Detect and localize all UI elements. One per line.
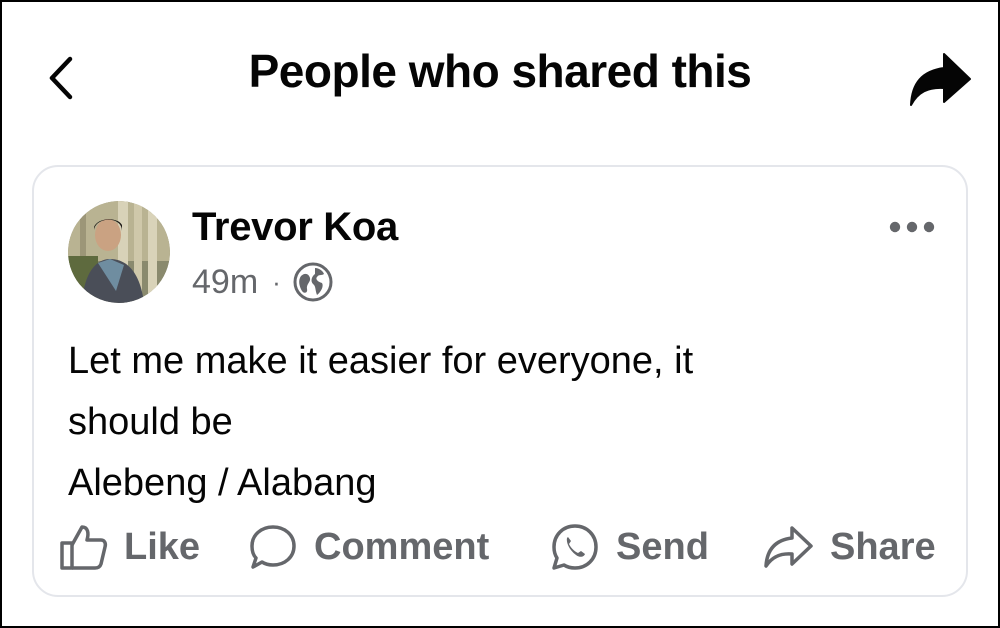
avatar[interactable]	[68, 201, 170, 303]
shared-post-card: Trevor Koa 49m · Let me make it easier f…	[32, 165, 968, 597]
comment-button[interactable]: Comment	[248, 519, 489, 575]
thumbs-up-icon	[60, 525, 108, 570]
like-label: Like	[124, 525, 201, 568]
share-arrow-icon	[910, 53, 971, 106]
share-button-top[interactable]	[902, 46, 978, 112]
page-title: People who shared this	[248, 45, 752, 97]
post-timestamp[interactable]: 49m	[192, 263, 258, 302]
send-button[interactable]: Send	[550, 519, 709, 575]
post-text-line: Let me make it easier for everyone, it	[68, 340, 694, 382]
post-body: Let me make it easier for everyone, it s…	[68, 331, 928, 514]
like-button[interactable]: Like	[58, 519, 200, 575]
screen: People who shared this Trevor Koa 49m · …	[0, 0, 1000, 628]
globe-icon[interactable]	[293, 262, 333, 302]
share-button[interactable]: Share	[762, 519, 936, 575]
profile-photo	[68, 201, 170, 303]
post-text-line: should be	[68, 401, 233, 443]
post-text-line: Alebeng / Alabang	[68, 462, 377, 504]
more-horizontal-icon	[889, 221, 935, 233]
comment-bubble-icon	[250, 525, 296, 569]
header-bar: People who shared this	[2, 2, 998, 142]
comment-label: Comment	[314, 525, 490, 568]
author-name[interactable]: Trevor Koa	[192, 205, 398, 250]
post-actions-bar: Like Comment Send Share	[54, 519, 954, 575]
send-label: Send	[616, 525, 709, 568]
meta-separator: ·	[272, 266, 281, 297]
share-arrow-outline-icon	[764, 526, 813, 568]
share-label: Share	[830, 525, 936, 568]
more-options-button[interactable]	[884, 209, 940, 245]
post-meta: 49m ·	[192, 261, 333, 303]
whatsapp-icon	[552, 524, 598, 570]
